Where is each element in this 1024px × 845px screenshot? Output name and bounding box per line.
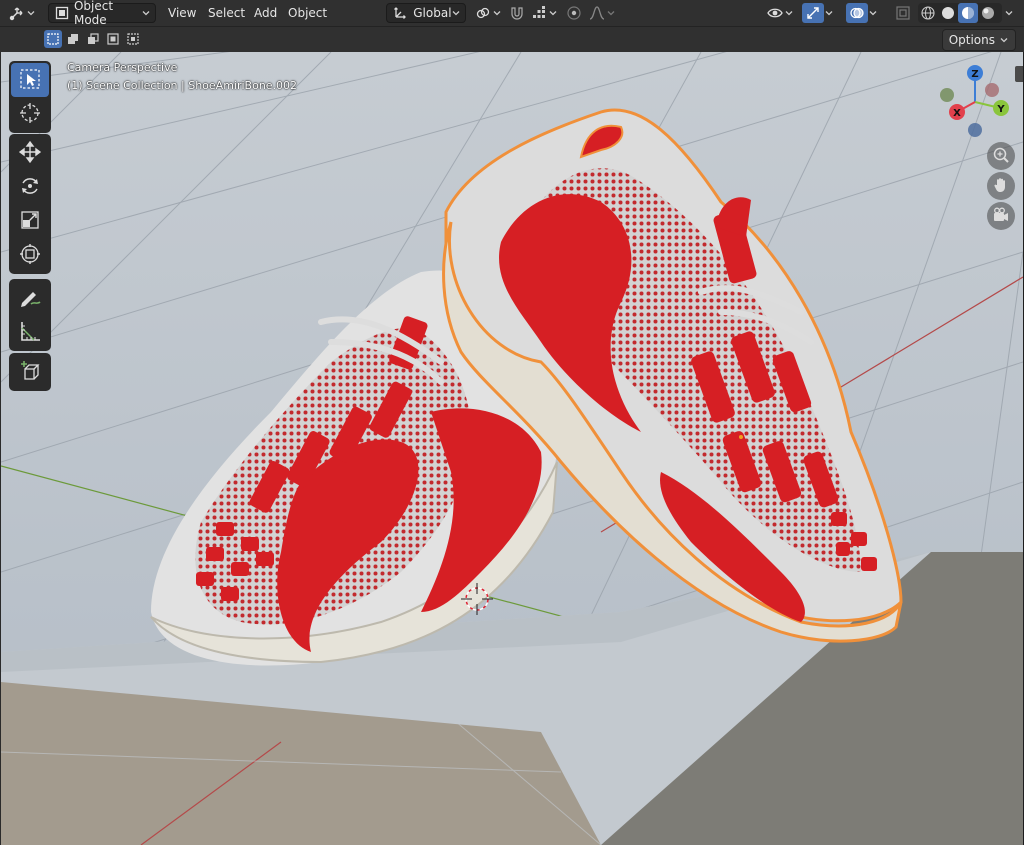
select-invert-icon[interactable]	[104, 30, 122, 48]
selection-mode-group	[44, 30, 142, 48]
transform-icon	[19, 243, 41, 268]
add-cube-tool[interactable]	[11, 355, 49, 389]
gizmo-x-label: X	[953, 108, 961, 119]
view-name-label: Camera Perspective	[67, 61, 178, 74]
add-cube-icon	[19, 360, 41, 385]
snap-target-dropdown[interactable]	[530, 3, 560, 23]
chevron-down-icon	[784, 8, 794, 18]
transform-orientation-dropdown[interactable]: Global	[386, 3, 466, 23]
camera-view-button[interactable]	[987, 202, 1015, 230]
scene-render	[1, 52, 1023, 845]
chevron-down-icon	[548, 8, 558, 18]
gizmos-toggle[interactable]	[802, 3, 842, 23]
object-mode-label: Object Mode	[73, 0, 114, 27]
gizmo-neg-y	[940, 88, 954, 102]
object-mode-dropdown[interactable]: Object Mode	[48, 0, 156, 27]
select-intersect-icon[interactable]	[124, 30, 142, 48]
shading-options-dropdown[interactable]	[1004, 3, 1018, 23]
chevron-down-icon	[26, 8, 36, 18]
select-new-icon[interactable]	[44, 30, 62, 48]
toolbar-transform-group	[9, 134, 51, 274]
shading-mode-group	[918, 3, 1002, 23]
gizmo-icon	[802, 3, 824, 23]
zoom-button[interactable]	[987, 142, 1015, 170]
move-tool[interactable]	[11, 136, 49, 170]
rotate-tool[interactable]	[11, 170, 49, 204]
zoom-icon	[992, 146, 1010, 167]
3d-viewport[interactable]: Camera Perspective (1) Scene Collection …	[0, 52, 1023, 845]
viewport-header: Object Mode View Select Add Object Globa…	[0, 0, 1024, 27]
options-dropdown[interactable]: Options	[941, 29, 1016, 51]
shading-rendered-icon[interactable]	[978, 4, 998, 22]
toolbar-annotate-group	[9, 279, 51, 351]
chevron-down-icon	[824, 8, 834, 18]
measure-tool[interactable]	[11, 315, 49, 349]
cursor-tool[interactable]	[11, 97, 49, 131]
camera-icon	[992, 206, 1010, 227]
xray-toggle[interactable]	[894, 3, 914, 23]
editor-type-button[interactable]	[8, 3, 42, 23]
select-box-tool[interactable]	[11, 63, 49, 97]
scale-icon	[19, 209, 41, 234]
cursor-tool-icon	[19, 102, 41, 127]
xray-icon	[894, 4, 912, 22]
chevron-down-icon	[452, 8, 460, 18]
menu-select[interactable]: Select	[202, 3, 251, 23]
pivot-point-icon	[474, 4, 492, 22]
annotate-tool[interactable]	[11, 281, 49, 315]
shading-solid-icon[interactable]	[938, 4, 958, 22]
ruler-icon	[19, 320, 41, 345]
toolbar-select-group	[9, 61, 51, 133]
select-box-icon	[19, 68, 41, 93]
gizmo-neg-z	[968, 123, 982, 137]
visibility-dropdown[interactable]	[766, 3, 798, 23]
transform-orientation-icon	[392, 4, 407, 22]
pencil-icon	[19, 286, 41, 311]
falloff-dropdown[interactable]	[588, 3, 618, 23]
chevron-down-icon	[606, 8, 616, 18]
editor-type-icon	[8, 4, 26, 22]
options-label: Options	[948, 33, 995, 47]
select-subtract-icon[interactable]	[84, 30, 102, 48]
snap-increment-icon	[530, 4, 548, 22]
proportional-edit-icon	[565, 4, 583, 22]
object-mode-icon	[54, 4, 70, 22]
select-extend-icon[interactable]	[64, 30, 82, 48]
menu-view[interactable]: View	[162, 3, 202, 23]
proportional-edit-toggle[interactable]	[565, 3, 585, 23]
chevron-down-icon	[141, 8, 150, 18]
chevron-down-icon	[868, 8, 878, 18]
sidebar-toggle-handle[interactable]	[1015, 66, 1023, 82]
shading-material-icon[interactable]	[958, 3, 978, 23]
chevron-down-icon	[999, 35, 1009, 45]
move-icon	[18, 140, 42, 166]
shading-wireframe-icon[interactable]	[918, 4, 938, 22]
toolbar-add-group	[9, 353, 51, 391]
tool-settings-bar: Options	[0, 27, 1024, 52]
scale-tool[interactable]	[11, 204, 49, 238]
eye-icon	[766, 4, 784, 22]
menu-object[interactable]: Object	[282, 3, 333, 23]
hand-pan-icon	[992, 176, 1010, 197]
falloff-curve-icon	[588, 4, 606, 22]
transform-tool[interactable]	[11, 238, 49, 272]
overlays-icon	[846, 3, 868, 23]
gizmo-neg-x	[985, 83, 999, 97]
menu-add[interactable]: Add	[248, 3, 283, 23]
gizmo-y-label: Y	[996, 104, 1005, 115]
pan-button[interactable]	[987, 172, 1015, 200]
transform-orientation-label: Global	[413, 6, 452, 20]
chevron-down-icon	[492, 8, 502, 18]
overlays-toggle[interactable]	[846, 3, 888, 23]
gizmo-z-label: Z	[971, 69, 978, 80]
chevron-down-icon	[1004, 8, 1014, 18]
snap-magnet-icon	[508, 4, 526, 22]
rotate-icon	[19, 175, 41, 200]
navigation-gizmo[interactable]: Z Y X	[935, 62, 1015, 142]
snap-toggle[interactable]	[508, 3, 528, 23]
collection-info-label: (1) Scene Collection | ShoeAmiriBone.002	[67, 79, 298, 92]
pivot-point-dropdown[interactable]	[474, 3, 504, 23]
